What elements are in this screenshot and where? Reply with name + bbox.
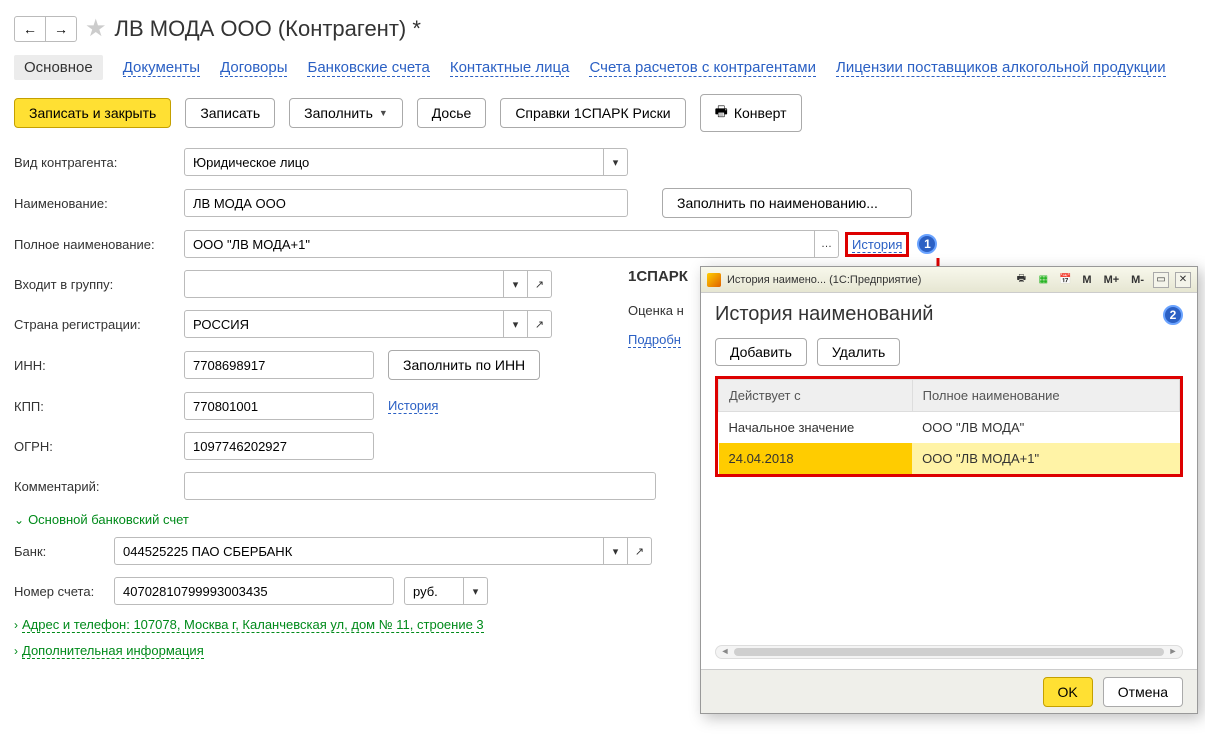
kpp-input[interactable] — [184, 392, 374, 420]
ok-button[interactable]: OK — [1043, 677, 1093, 707]
bank-label: Банк: — [14, 544, 114, 559]
m-minus-button[interactable]: M- — [1128, 274, 1147, 286]
dropdown-icon[interactable]: ▾ — [604, 148, 628, 176]
dropdown-icon[interactable]: ▾ — [604, 537, 628, 565]
inn-label: ИНН: — [14, 358, 184, 373]
ogrn-label: ОГРН: — [14, 439, 184, 454]
envelope-button[interactable]: 🖶 Конверт — [700, 94, 802, 132]
currency-input[interactable] — [404, 577, 464, 605]
table-row[interactable]: 24.04.2018 ООО "ЛВ МОДА+1" — [719, 443, 1180, 474]
spark-button[interactable]: Справки 1СПАРК Риски — [500, 98, 685, 128]
kpp-label: КПП: — [14, 399, 184, 414]
scroll-thumb[interactable] — [734, 648, 1164, 656]
inn-input[interactable] — [184, 351, 374, 379]
counterparty-type-input[interactable] — [184, 148, 604, 176]
tab-bank-accounts[interactable]: Банковские счета — [307, 59, 429, 77]
spark-rating-label: Оценка н — [628, 303, 688, 318]
full-name-history-link[interactable]: История — [852, 237, 902, 253]
tab-contracts[interactable]: Договоры — [220, 59, 287, 77]
name-input[interactable] — [184, 189, 628, 217]
cell-date: Начальное значение — [719, 412, 913, 444]
name-label: Наименование: — [14, 196, 184, 211]
kpp-history-link[interactable]: История — [388, 398, 438, 414]
group-label: Входит в группу: — [14, 277, 184, 292]
extra-section-title: Дополнительная информация — [22, 643, 204, 659]
cell-name: ООО "ЛВ МОДА" — [912, 412, 1179, 444]
tab-documents[interactable]: Документы — [123, 59, 200, 77]
cell-date: 24.04.2018 — [719, 443, 913, 474]
print-icon[interactable]: 🖶 — [1013, 272, 1029, 288]
dropdown-icon[interactable]: ▾ — [504, 270, 528, 298]
tab-licenses[interactable]: Лицензии поставщиков алкогольной продукц… — [836, 59, 1166, 77]
envelope-button-label: Конверт — [734, 105, 787, 121]
bank-section-title: Основной банковский счет — [28, 512, 189, 527]
delete-button[interactable]: Удалить — [817, 338, 900, 366]
callout-1: 1 — [917, 234, 937, 254]
dialog-heading: История наименований — [715, 303, 933, 326]
col-name-header[interactable]: Полное наименование — [912, 380, 1179, 412]
history-table: Действует с Полное наименование Начально… — [718, 379, 1180, 474]
dropdown-icon[interactable]: ▾ — [464, 577, 488, 605]
ogrn-input[interactable] — [184, 432, 374, 460]
fill-by-name-button[interactable]: Заполнить по наименованию... — [662, 188, 912, 218]
caret-down-icon: ▼ — [379, 108, 388, 118]
m-button[interactable]: M — [1079, 274, 1094, 286]
dropdown-icon[interactable]: ▾ — [504, 310, 528, 338]
close-icon[interactable]: ✕ — [1175, 272, 1191, 288]
nav-back-button[interactable]: ← — [14, 16, 46, 42]
history-dialog: История наимено... (1С:Предприятие) 🖶 ▦ … — [700, 266, 1198, 714]
nav-forward-button[interactable]: → — [45, 16, 77, 42]
open-icon[interactable]: ↗ — [528, 270, 552, 298]
scroll-right-icon[interactable]: ► — [1166, 646, 1180, 658]
m-plus-button[interactable]: M+ — [1101, 274, 1123, 286]
country-label: Страна регистрации: — [14, 317, 184, 332]
account-label: Номер счета: — [14, 584, 114, 599]
spark-title: 1СПАРК — [628, 268, 688, 285]
save-button[interactable]: Записать — [185, 98, 275, 128]
add-button[interactable]: Добавить — [715, 338, 807, 366]
page-title: ЛВ МОДА ООО (Контрагент) * — [115, 16, 421, 42]
dossier-button[interactable]: Досье — [417, 98, 487, 128]
cancel-button[interactable]: Отмена — [1103, 677, 1183, 707]
chevron-right-icon: › — [14, 618, 18, 632]
comment-label: Комментарий: — [14, 479, 184, 494]
scroll-left-icon[interactable]: ◄ — [718, 646, 732, 658]
tab-contacts[interactable]: Контактные лица — [450, 59, 570, 77]
open-icon[interactable]: ↗ — [528, 310, 552, 338]
fill-button-label: Заполнить — [304, 105, 373, 121]
full-name-label: Полное наименование: — [14, 237, 184, 252]
app-logo-icon — [707, 273, 721, 287]
chevron-right-icon: › — [14, 644, 18, 658]
country-input[interactable] — [184, 310, 504, 338]
spark-more-link[interactable]: Подробн — [628, 332, 681, 348]
full-name-input[interactable] — [184, 230, 815, 258]
favorite-star-icon[interactable]: ★ — [85, 14, 107, 43]
account-input[interactable] — [114, 577, 394, 605]
minimize-icon[interactable]: ▭ — [1153, 272, 1169, 288]
horizontal-scrollbar[interactable]: ◄ ► — [715, 645, 1183, 659]
cell-name: ООО "ЛВ МОДА+1" — [912, 443, 1179, 474]
bank-input[interactable] — [114, 537, 604, 565]
save-and-close-button[interactable]: Записать и закрыть — [14, 98, 171, 128]
dialog-title: История наимено... (1С:Предприятие) — [727, 274, 1007, 286]
fill-by-inn-button[interactable]: Заполнить по ИНН — [388, 350, 540, 380]
counterparty-type-label: Вид контрагента: — [14, 155, 184, 170]
address-section-title: Адрес и телефон: 107078, Москва г, Калан… — [22, 617, 484, 633]
comment-input[interactable] — [184, 472, 656, 500]
ellipsis-icon[interactable]: … — [815, 230, 839, 258]
calendar-icon[interactable]: 📅 — [1057, 272, 1073, 288]
callout-2: 2 — [1163, 305, 1183, 325]
print-icon: 🖶 — [715, 101, 728, 125]
table-icon[interactable]: ▦ — [1035, 272, 1051, 288]
open-icon[interactable]: ↗ — [628, 537, 652, 565]
tab-settlements[interactable]: Счета расчетов с контрагентами — [589, 59, 815, 77]
group-input[interactable] — [184, 270, 504, 298]
fill-button[interactable]: Заполнить ▼ — [289, 98, 403, 128]
table-row[interactable]: Начальное значение ООО "ЛВ МОДА" — [719, 412, 1180, 444]
tab-main[interactable]: Основное — [14, 55, 103, 80]
chevron-down-icon: ⌄ — [14, 513, 24, 527]
col-date-header[interactable]: Действует с — [719, 380, 913, 412]
